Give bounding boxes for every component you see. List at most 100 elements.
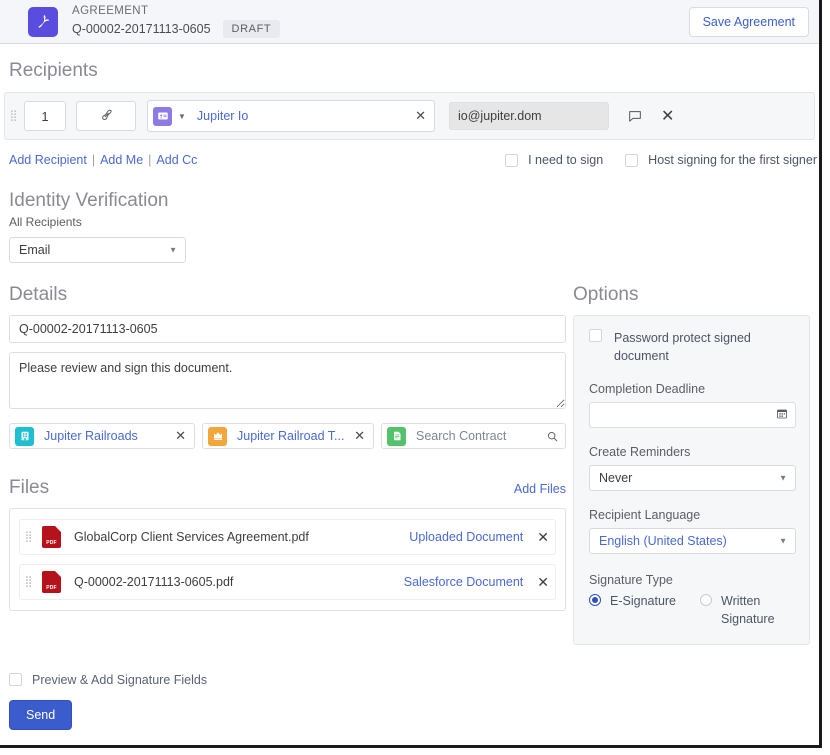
account-icon [15,426,34,446]
written-signature-radio[interactable] [700,594,713,607]
files-heading: Files [9,477,50,498]
pdf-file-icon: PDF [42,526,61,548]
recipient-language-value: English (United States) [599,534,727,549]
clear-account-icon[interactable]: ✕ [173,428,188,444]
drag-handle-icon[interactable]: ⣿ [24,576,32,588]
add-cc-link[interactable]: Add Cc [156,153,197,167]
recipient-language-label: Recipient Language [589,508,701,523]
account-value: Jupiter Railroads [44,429,138,443]
signing-options: I need to sign Host signing for the firs… [505,153,819,167]
save-agreement-button[interactable]: Save Agreement [688,6,809,37]
identity-verification-scope-label: All Recipients [9,215,82,229]
contact-card-icon [153,106,172,126]
pdf-agreement-icon [28,6,58,37]
send-button[interactable]: Send [9,699,73,730]
link-separator-1: | [91,153,96,167]
completion-deadline-label: Completion Deadline [589,382,706,397]
link-separator-2: | [148,153,152,167]
contract-lookup[interactable]: Search Contract [381,423,566,449]
host-signing-checkbox[interactable] [625,153,639,167]
related-records-row: Jupiter Railroads ✕ Jupiter Railroad T..… [9,423,566,449]
contract-icon [387,426,406,446]
pdf-file-icon: PDF [42,571,61,593]
i-need-to-sign-label: I need to sign [528,153,604,167]
options-heading: Options [573,284,639,305]
create-reminders-select[interactable]: Never ▼ [589,465,796,492]
chevron-down-icon: ▼ [169,245,177,255]
preview-fields-row: Preview & Add Signature Fields [9,673,819,687]
remove-recipient-icon[interactable]: ✕ [661,106,674,126]
chevron-down-icon: ▼ [779,473,787,483]
create-reminders-label: Create Reminders [589,445,691,460]
e-signature-radio[interactable] [589,594,601,607]
page-title: Q-00002-20171113-0605 [72,21,211,36]
host-signing-label: Host signing for the first signer [648,153,817,167]
account-lookup[interactable]: Jupiter Railroads ✕ [9,423,195,449]
written-signature-option[interactable]: Written Signature [700,592,787,628]
clear-opportunity-icon[interactable]: ✕ [352,428,367,444]
chevron-down-icon[interactable]: ▼ [178,112,186,121]
header-object-label: AGREEMENT [72,4,149,17]
signature-type-label: Signature Type [589,573,673,588]
file-source-label: Salesforce Document [403,575,524,589]
recipient-email-value: io@jupiter.dom [458,109,542,123]
recipient-order-input[interactable] [24,101,66,131]
drag-handle-icon[interactable]: ⣿ [24,531,32,543]
e-signature-option[interactable]: E-Signature [589,592,676,628]
completion-deadline-input[interactable] [589,402,796,429]
password-protect-label: Password protect signed document [614,331,751,364]
files-header: Files Add Files [9,477,566,499]
opportunity-lookup[interactable]: Jupiter Railroad T... ✕ [202,423,374,449]
recipient-row: ⣿ ▼ Jupiter Io ✕ io@jupiter [4,92,815,140]
file-source-label: Uploaded Document [409,530,524,544]
recipient-name: Jupiter Io [196,109,249,123]
page-header: AGREEMENT Q-00002-20171113-0605 DRAFT Sa… [0,0,819,44]
files-list: ⣿ PDF GlobalCorp Client Services Agreeme… [9,508,566,611]
create-reminders-value: Never [599,471,633,486]
written-signature-label: Written Signature [721,594,775,627]
chat-bubble-icon[interactable] [627,108,643,124]
opportunity-icon [208,426,227,446]
identity-verification-select[interactable]: Email ▼ [9,237,186,263]
identity-verification-heading: Identity Verification [9,190,169,211]
add-me-link[interactable]: Add Me [100,153,143,167]
agreement-editor-page: AGREEMENT Q-00002-20171113-0605 DRAFT Sa… [0,0,822,748]
signature-type-radio-group: E-Signature Written Signature [589,592,796,628]
search-icon[interactable] [546,430,559,443]
opportunity-value: Jupiter Railroad T... [237,429,345,443]
chevron-down-icon: ▼ [779,536,787,546]
recipient-lookup[interactable]: ▼ Jupiter Io ✕ [147,100,435,132]
details-heading: Details [9,284,68,305]
header-text-group: AGREEMENT Q-00002-20171113-0605 DRAFT [72,4,281,39]
signature-pen-icon[interactable] [76,101,136,131]
calendar-icon[interactable] [776,408,788,423]
options-panel: Password protect signed document Complet… [573,315,810,645]
page-footer: Preview & Add Signature Fields Send [0,673,819,730]
agreement-name-input[interactable] [9,315,566,343]
drag-handle-icon[interactable]: ⣿ [9,110,17,122]
status-badge: DRAFT [222,19,281,39]
clear-recipient-icon[interactable]: ✕ [413,108,428,124]
file-row: ⣿ PDF Q-00002-20171113-0605.pdf Salesfor… [19,564,556,600]
remove-file-icon[interactable]: ✕ [537,529,549,546]
identity-verification-value: Email [19,243,51,257]
agreement-message-textarea[interactable] [9,352,566,409]
i-need-to-sign-checkbox[interactable] [505,153,519,167]
main-columns: Details Jupiter Rai [0,284,819,645]
password-protect-checkbox[interactable] [589,329,602,342]
recipient-actions-row: Add Recipient | Add Me | Add Cc I need t… [9,153,819,167]
recipient-email-field[interactable]: io@jupiter.dom [449,102,609,130]
password-protect-row: Password protect signed document [589,329,796,365]
file-row: ⣿ PDF GlobalCorp Client Services Agreeme… [19,519,556,555]
preview-signature-fields-label: Preview & Add Signature Fields [32,672,208,687]
e-signature-label: E-Signature [610,594,677,609]
preview-signature-fields-checkbox[interactable] [9,673,22,686]
file-name: Q-00002-20171113-0605.pdf [74,575,234,589]
remove-file-icon[interactable]: ✕ [537,574,549,591]
add-recipient-link[interactable]: Add Recipient [9,153,87,167]
add-files-link[interactable]: Add Files [514,482,566,499]
details-column: Details Jupiter Rai [0,284,566,645]
options-column: Options Password protect signed document… [566,284,819,645]
recipient-language-select[interactable]: English (United States) ▼ [589,528,796,555]
contract-placeholder: Search Contract [416,429,507,443]
